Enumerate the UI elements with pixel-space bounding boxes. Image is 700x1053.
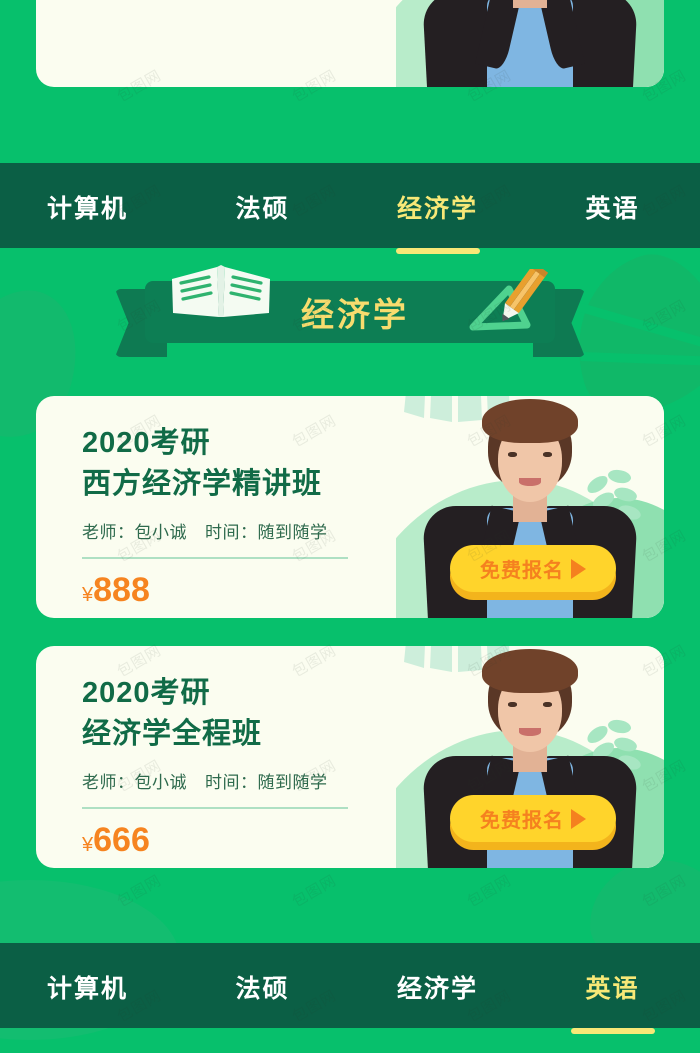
category-nav-bottom[interactable]: 计算机 法硕 经济学 英语 (0, 943, 700, 1028)
course-card-partial[interactable]: 老师：法硕团队时间：随到随学 ¥666 免费报名 (36, 0, 664, 87)
nav-label: 计算机 (46, 194, 128, 223)
price-value: 888 (93, 570, 150, 609)
nav-item-economics[interactable]: 经济学 (350, 967, 525, 1005)
time-value: 随到随学 (257, 772, 328, 792)
nav-item-computer[interactable]: 计算机 (0, 967, 175, 1005)
free-signup-button[interactable]: 免费报名 (450, 545, 616, 600)
time-label: 时间： (205, 522, 258, 542)
course-title-line2: 经济学全程班 (82, 718, 263, 751)
teacher-value: 包小诚 (134, 522, 187, 542)
course-meta: 老师：包小诚 时间：随到随学 (82, 518, 348, 543)
teacher-label: 老师： (82, 772, 135, 792)
nav-item-english[interactable]: 英语 (525, 967, 700, 1005)
course-price: ¥888 (82, 571, 348, 610)
price-value: 666 (93, 820, 150, 859)
card-text-block: 2020考研 西方经济学精讲班 老师：包小诚 时间：随到随学 ¥888 (82, 428, 348, 610)
nav-label: 法硕 (235, 974, 290, 1003)
free-signup-label: 免费报名 (480, 560, 564, 582)
course-card[interactable]: 2020考研 西方经济学精讲班 老师：包小诚 时间：随到随学 ¥888 免费报名 (36, 396, 664, 618)
course-price: ¥666 (82, 821, 348, 860)
currency-symbol: ¥ (82, 833, 94, 856)
card-artwork (396, 0, 664, 87)
nav-label: 经济学 (396, 194, 478, 223)
course-title-line2: 西方经济学精讲班 (82, 468, 323, 501)
course-title-line1: 2020考研 (82, 677, 211, 709)
nav-label: 英语 (585, 974, 640, 1003)
course-meta: 老师：包小诚 时间：随到随学 (82, 768, 348, 793)
nav-item-economics[interactable]: 经济学 (350, 187, 525, 225)
pencil-icon (469, 269, 549, 331)
nav-item-law-master[interactable]: 法硕 (175, 187, 350, 225)
nav-item-computer[interactable]: 计算机 (0, 187, 175, 225)
time-label: 时间： (205, 772, 258, 792)
promo-landing-page: 老师：法硕团队时间：随到随学 ¥666 免费报名 计算机 法硕 (0, 0, 700, 1053)
card-divider (82, 556, 348, 559)
play-triangle-icon (571, 558, 586, 579)
play-triangle-icon (571, 808, 586, 829)
free-signup-label: 免费报名 (480, 810, 564, 832)
nav-item-english[interactable]: 英语 (525, 187, 700, 225)
teacher-photo (422, 0, 638, 87)
free-signup-button[interactable]: 免费报名 (450, 795, 616, 850)
course-title-line1: 2020考研 (82, 427, 211, 459)
category-nav-top[interactable]: 计算机 法硕 经济学 英语 (0, 163, 700, 248)
nav-label: 计算机 (46, 974, 128, 1003)
nav-label: 英语 (585, 194, 640, 223)
teacher-label: 老师： (82, 522, 135, 542)
nav-label: 经济学 (396, 974, 478, 1003)
nav-item-law-master[interactable]: 法硕 (175, 967, 350, 1005)
section-header: 经济学 (0, 265, 700, 357)
card-text-block: 2020考研 经济学全程班 老师：包小诚 时间：随到随学 ¥666 (82, 678, 348, 860)
teacher-value: 包小诚 (134, 772, 187, 792)
currency-symbol: ¥ (82, 583, 94, 606)
time-value: 随到随学 (257, 522, 328, 542)
open-book-icon (172, 265, 270, 317)
nav-label: 法硕 (235, 194, 290, 223)
card-divider (82, 806, 348, 809)
course-card[interactable]: 2020考研 经济学全程班 老师：包小诚 时间：随到随学 ¥666 免费报名 (36, 646, 664, 868)
